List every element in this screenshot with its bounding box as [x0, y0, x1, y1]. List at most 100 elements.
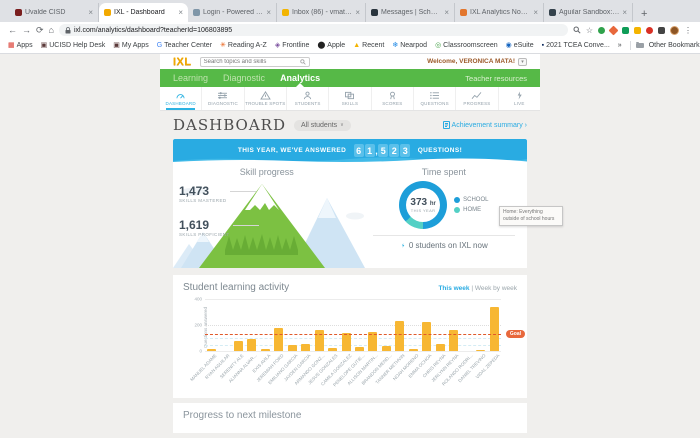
bookmark-item[interactable]: GTeacher Center: [157, 42, 212, 49]
extension-icon-slides[interactable]: [634, 27, 641, 34]
bookmark-label: My Apps: [122, 42, 149, 49]
teacher-resources-link[interactable]: Teacher resources: [465, 74, 527, 83]
back-icon[interactable]: ←: [8, 26, 17, 35]
browser-tab[interactable]: Aguilar Sandbox: Sec×: [544, 3, 633, 22]
activity-bar[interactable]: [274, 328, 283, 351]
reload-icon[interactable]: ⟳: [36, 26, 44, 35]
goal-badge[interactable]: Goal: [506, 330, 525, 338]
url-field[interactable]: ixl.com/analytics/dashboard?teacherId=10…: [59, 24, 568, 36]
nav-item-analytics[interactable]: Analytics: [280, 69, 320, 87]
subnav-tab-live[interactable]: LIVE: [499, 87, 540, 110]
bookmark-label: Frontline: [282, 42, 309, 49]
other-bookmarks-button[interactable]: Other Bookmarks: [649, 42, 700, 49]
time-spent-donut-chart[interactable]: 373 hr THIS YEAR: [399, 181, 447, 229]
ixl-logo[interactable]: IXL: [173, 56, 192, 68]
activity-bar[interactable]: [247, 339, 256, 351]
bookmark-item[interactable]: ◈Frontline: [275, 42, 310, 49]
achievement-icon: [443, 121, 450, 129]
extension-icon-sheets[interactable]: [622, 27, 629, 34]
student-filter-dropdown[interactable]: All students ∨: [294, 120, 351, 131]
list-icon: [429, 91, 440, 100]
tab-favicon: [282, 9, 289, 16]
achievement-summary-link[interactable]: Achievement summary ›: [443, 121, 527, 129]
tab-close-icon[interactable]: ×: [178, 8, 183, 17]
tab-favicon: [549, 9, 556, 16]
nav-item-diagnostic[interactable]: Diagnostic: [223, 69, 265, 87]
home-label: HOME: [463, 207, 481, 213]
browser-menu-icon[interactable]: ⋮: [684, 26, 692, 35]
browser-tab[interactable]: Login - Powered by Sk×: [188, 3, 277, 22]
subnav-label: TROUBLE SPOTS: [245, 101, 285, 106]
forward-icon[interactable]: →: [22, 26, 31, 35]
tab-close-icon[interactable]: ×: [533, 8, 538, 17]
dashboard-header: DASHBOARD All students ∨ Achievement sum…: [160, 111, 540, 139]
subnav-tab-diagnostic[interactable]: DIAGNOSTIC: [202, 87, 244, 110]
browser-tab[interactable]: IXL Analytics Novice -×: [455, 3, 544, 22]
bookmark-item[interactable]: ▣UCISD Help Desk: [41, 42, 106, 49]
activity-bar[interactable]: [490, 307, 499, 351]
subnav-tab-questions[interactable]: QUESTIONS: [414, 87, 456, 110]
tab-title: IXL - Dashboard: [114, 9, 175, 16]
address-bar: ← → ⟳ ⌂ ixl.com/analytics/dashboard?teac…: [0, 22, 700, 38]
bookmark-item[interactable]: ▣My Apps: [113, 42, 148, 49]
skills-mastered-value: 1,473: [179, 184, 227, 198]
this-year-label: THIS YEAR: [411, 208, 436, 213]
subnav-tab-skills[interactable]: SKILLS: [329, 87, 371, 110]
bookmarks-bar: ▦Apps▣UCISD Help Desk▣My AppsGTeacher Ce…: [0, 38, 700, 54]
bookmark-item[interactable]: ◎Classroomscreen: [435, 42, 498, 49]
bookmark-star-icon[interactable]: ☆: [586, 26, 593, 35]
subnav-tab-dashboard[interactable]: DASHBOARD: [160, 87, 202, 110]
activity-bar[interactable]: [234, 341, 243, 351]
activity-bar[interactable]: [315, 330, 324, 351]
skill-search[interactable]: [200, 57, 310, 67]
activity-bar[interactable]: [436, 344, 445, 351]
home-icon[interactable]: ⌂: [49, 26, 54, 35]
bookmark-item[interactable]: ✳Reading A-Z: [220, 42, 267, 49]
tab-close-icon[interactable]: ×: [88, 8, 93, 17]
bookmark-favicon: ▦: [8, 42, 15, 49]
tab-close-icon[interactable]: ×: [355, 8, 360, 17]
skill-search-input[interactable]: [204, 59, 300, 65]
bookmark-item[interactable]: »: [618, 42, 622, 49]
browser-tab[interactable]: IXL - Dashboard×: [99, 3, 188, 22]
bookmark-label: Recent: [362, 42, 384, 49]
extension-icon-puzzle[interactable]: [658, 27, 665, 34]
bookmark-favicon: ❄: [392, 42, 398, 49]
bookmark-item[interactable]: ▦Apps: [8, 42, 33, 49]
this-week-tab[interactable]: This week: [438, 285, 469, 292]
bookmark-label: eSuite: [514, 42, 534, 49]
week-by-week-tab[interactable]: Week by week: [475, 285, 517, 292]
nav-item-learning[interactable]: Learning: [173, 69, 208, 87]
legend-home[interactable]: HOME: [454, 207, 488, 213]
search-zoom-icon[interactable]: [573, 26, 581, 34]
bookmark-item[interactable]: ⬤Apple: [317, 42, 345, 49]
subnav-tab-students[interactable]: STUDENTS: [287, 87, 329, 110]
activity-bar[interactable]: [342, 333, 351, 351]
bookmark-item[interactable]: ▪2021 TCEA Conve...: [542, 42, 610, 49]
browser-tab[interactable]: Messages | Schoology×: [366, 3, 455, 22]
browser-tab[interactable]: Uvalde CISD×: [10, 3, 99, 22]
bookmark-item[interactable]: ❄Nearpod: [392, 42, 427, 49]
new-tab-button[interactable]: +: [633, 8, 655, 22]
bookmark-label: 2021 TCEA Conve...: [546, 42, 610, 49]
subnav-tab-progress[interactable]: PROGRESS: [456, 87, 498, 110]
questions-banner: THIS YEAR, WE'VE ANSWERED 61,523 QUESTIO…: [173, 139, 527, 162]
account-dropdown[interactable]: ▾: [518, 58, 527, 66]
extension-icon-diamond[interactable]: [609, 25, 619, 35]
tab-close-icon[interactable]: ×: [622, 8, 627, 17]
activity-bar[interactable]: [395, 321, 404, 351]
extension-icon-green[interactable]: [598, 27, 605, 34]
tab-close-icon[interactable]: ×: [266, 8, 271, 17]
tab-close-icon[interactable]: ×: [444, 8, 449, 17]
activity-bar[interactable]: [422, 322, 431, 351]
bookmark-favicon: ▣: [41, 42, 48, 49]
extension-icon-record[interactable]: [646, 27, 653, 34]
browser-tab[interactable]: Inbox (86) - vmata75×: [277, 3, 366, 22]
bookmark-item[interactable]: ◉eSuite: [506, 42, 534, 49]
legend-school[interactable]: SCHOOL: [454, 197, 488, 203]
subnav-tab-scores[interactable]: SCORES: [372, 87, 414, 110]
activity-bar[interactable]: [301, 344, 310, 351]
subnav-tab-trouble-spots[interactable]: TROUBLE SPOTS: [245, 87, 287, 110]
bookmark-item[interactable]: ▲Recent: [353, 42, 384, 49]
profile-avatar[interactable]: [670, 26, 679, 35]
